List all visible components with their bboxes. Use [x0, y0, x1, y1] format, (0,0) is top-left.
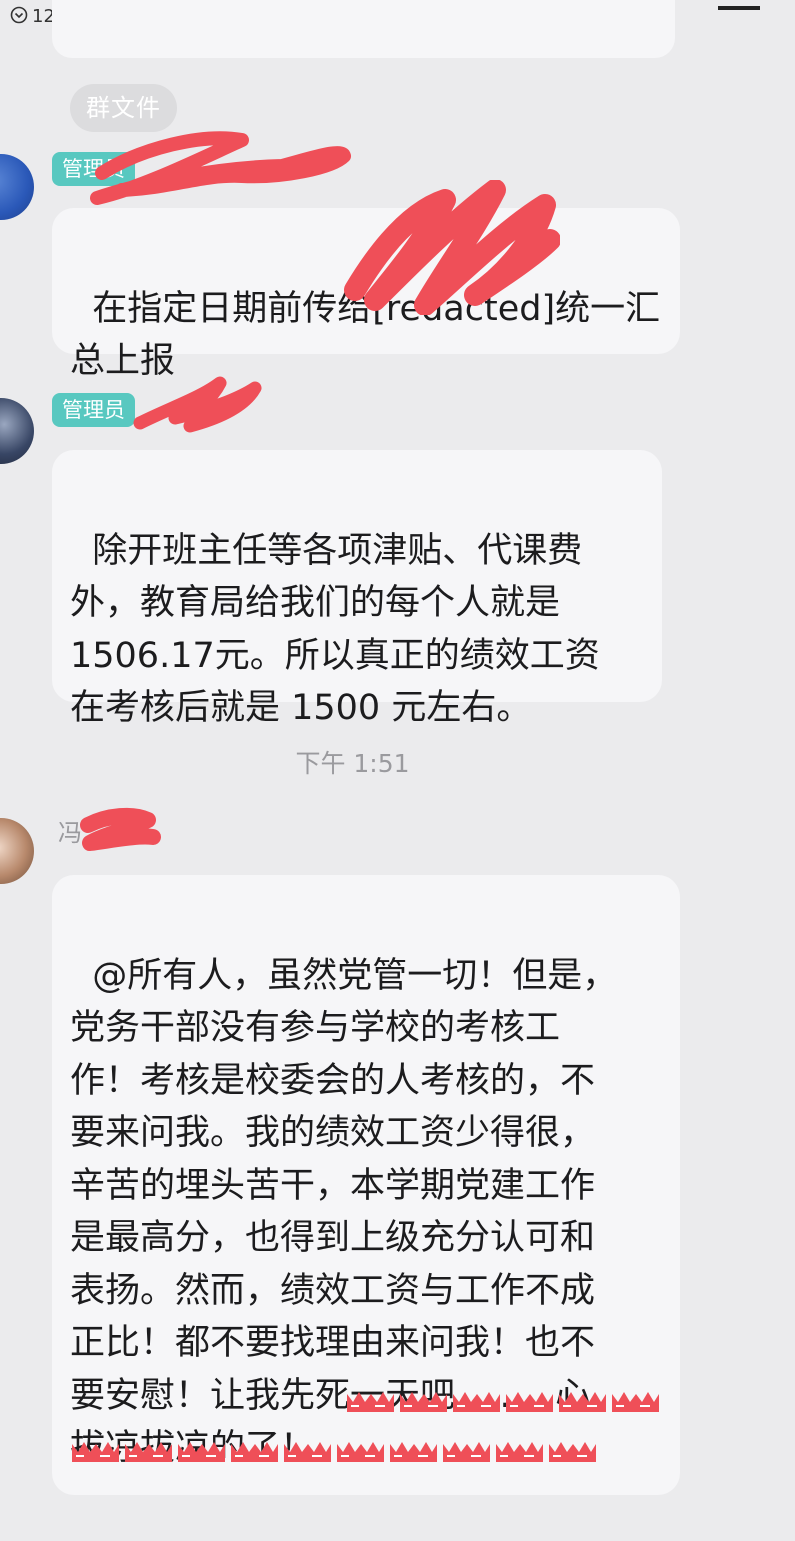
crying-face-emoji — [229, 1438, 280, 1464]
crying-face-emoji — [123, 1438, 174, 1464]
message-bubble[interactable]: 除开班主任等各项津贴、代课费 外，教育局给我们的每个人就是 1506.17元。所… — [52, 450, 662, 728]
emoji-row — [345, 1388, 661, 1414]
crying-face-emoji — [557, 1388, 608, 1414]
crying-face-emoji — [176, 1438, 227, 1464]
emoji-row — [70, 1438, 598, 1464]
crying-face-emoji — [335, 1438, 386, 1464]
message-text: 除开班主任等各项津贴、代课费 外，教育局给我们的每个人就是 1506.17元。所… — [70, 530, 600, 729]
redaction-scribble — [80, 807, 161, 851]
message-bubble[interactable]: 在指定日期前传给[redacted]统一汇 总上报 — [52, 208, 680, 381]
crying-face-emoji — [70, 1438, 121, 1464]
group-files-pill[interactable]: 群文件 — [70, 84, 177, 132]
crying-face-emoji — [345, 1388, 396, 1414]
crying-face-emoji — [388, 1438, 439, 1464]
crying-face-emoji — [282, 1438, 333, 1464]
crying-face-emoji — [494, 1438, 545, 1464]
avatar[interactable] — [0, 154, 34, 220]
admin-badge: 管理员 — [52, 393, 135, 427]
menu-icon[interactable] — [718, 0, 760, 10]
timestamp: 下午 1:51 — [295, 749, 410, 778]
admin-badge: 管理员 — [52, 152, 135, 186]
avatar[interactable] — [0, 818, 34, 884]
crying-face-emoji — [441, 1438, 492, 1464]
chevron-circle-icon — [10, 6, 28, 24]
crying-face-emoji — [610, 1388, 661, 1414]
message-text: 在指定日期前传给[redacted]统一汇 总上报 — [70, 288, 661, 382]
crying-face-emoji — [547, 1438, 598, 1464]
crying-face-emoji — [504, 1388, 555, 1414]
previous-message-bubble — [52, 0, 675, 58]
crying-face-emoji — [398, 1388, 449, 1414]
sender-name: 冯 — [58, 819, 82, 847]
avatar[interactable] — [0, 398, 34, 464]
crying-face-emoji — [451, 1388, 502, 1414]
